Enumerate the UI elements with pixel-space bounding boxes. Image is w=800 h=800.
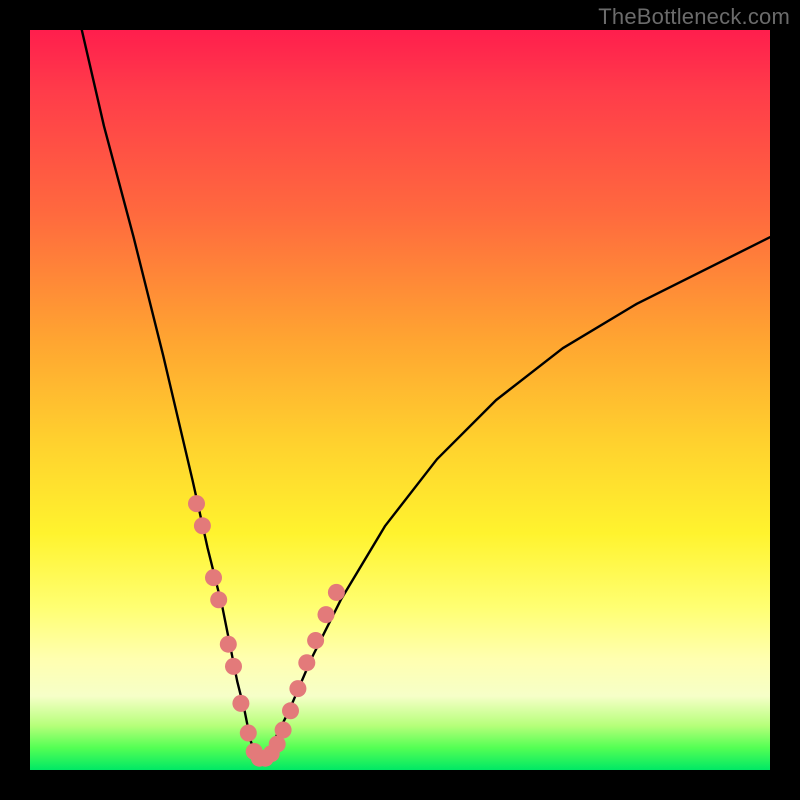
curve-layer	[30, 30, 770, 770]
curve-markers	[188, 495, 345, 767]
marker-point	[205, 569, 222, 586]
marker-point	[210, 591, 227, 608]
marker-point	[220, 636, 237, 653]
marker-point	[232, 695, 249, 712]
marker-point	[328, 584, 345, 601]
watermark-text: TheBottleneck.com	[598, 4, 790, 30]
plot-area	[30, 30, 770, 770]
marker-point	[318, 606, 335, 623]
marker-point	[307, 632, 324, 649]
marker-point	[298, 654, 315, 671]
marker-point	[194, 517, 211, 534]
bottleneck-curve	[82, 30, 770, 759]
marker-point	[282, 702, 299, 719]
marker-point	[275, 722, 292, 739]
marker-point	[240, 725, 257, 742]
chart-stage: TheBottleneck.com	[0, 0, 800, 800]
marker-point	[188, 495, 205, 512]
marker-point	[225, 658, 242, 675]
marker-point	[289, 680, 306, 697]
